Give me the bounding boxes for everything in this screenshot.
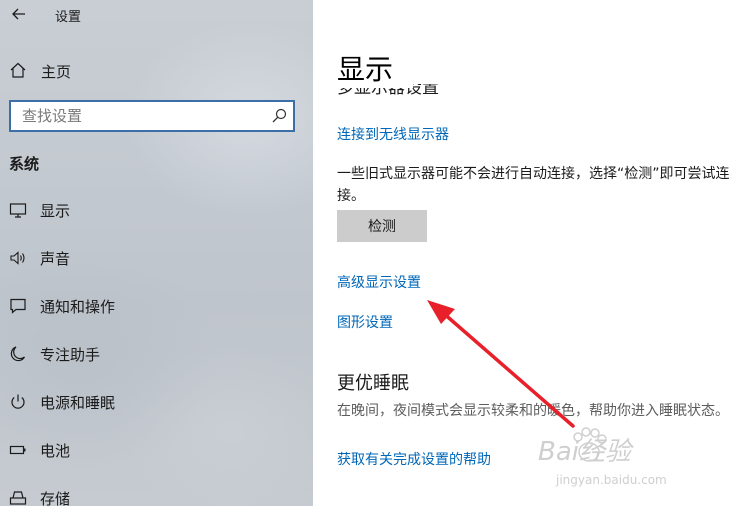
- old-display-description: 一些旧式显示器可能不会进行自动连接，选择“检测”即可尝试连接。: [337, 166, 730, 204]
- sidebar-item-label: 专注助手: [40, 346, 101, 364]
- back-button[interactable]: [4, 0, 34, 28]
- moon-icon: [10, 346, 26, 362]
- section-title-system: 系统: [9, 155, 40, 173]
- speaker-icon: [10, 251, 25, 265]
- advanced-display-settings-link[interactable]: 高级显示设置: [337, 272, 421, 292]
- sleep-heading: 更优睡眠: [337, 373, 409, 394]
- sleep-description: 在晚间，夜间模式会显示较柔和的暖色，帮助你进入睡眠状态。: [337, 403, 729, 419]
- sidebar-item-label: 存储: [40, 490, 71, 506]
- sidebar-item-label: 电源和睡眠: [40, 394, 116, 412]
- power-icon: [11, 394, 25, 409]
- home-nav-item[interactable]: 主页: [0, 56, 313, 84]
- detect-button[interactable]: 检测: [337, 210, 427, 242]
- notification-icon: [10, 298, 26, 314]
- graphics-settings-link[interactable]: 图形设置: [337, 312, 393, 332]
- home-label: 主页: [41, 63, 72, 81]
- battery-icon: [9, 445, 26, 455]
- sidebar-item-label: 声音: [40, 250, 71, 268]
- baidu-jingyan-watermark: Bai经验 jingyan.baidu.com: [538, 427, 667, 487]
- sidebar-item-label: 电池: [40, 442, 71, 460]
- back-arrow-icon: [12, 8, 25, 20]
- sleep-help-link[interactable]: 获取有关完成设置的帮助: [337, 449, 491, 469]
- home-icon: [10, 62, 26, 78]
- app-title: 设置: [55, 10, 82, 25]
- sidebar-item-notifications[interactable]: 通知和操作: [0, 284, 313, 328]
- sidebar-item-display[interactable]: 显示: [0, 188, 313, 232]
- sidebar-item-battery[interactable]: 电池: [0, 428, 313, 472]
- page-title: 显示: [337, 48, 414, 88]
- search-input[interactable]: [11, 102, 261, 130]
- watermark-brand: Bai经验: [538, 437, 634, 467]
- sidebar-item-focus-assist[interactable]: 专注助手: [0, 332, 313, 376]
- sidebar-item-sound[interactable]: 声音: [0, 236, 313, 280]
- search-icon[interactable]: [271, 108, 287, 124]
- navigation-pane: 设置 主页 系统 显示 声音 通知和操作: [0, 0, 313, 506]
- sidebar-item-power-sleep[interactable]: 电源和睡眠: [0, 380, 313, 424]
- watermark-url: jingyan.baidu.com: [555, 473, 667, 487]
- sidebar-item-label: 显示: [40, 202, 71, 220]
- sidebar-item-storage[interactable]: 存储: [0, 476, 313, 506]
- title-bar: 设置: [0, 0, 313, 30]
- monitor-icon: [9, 203, 27, 218]
- connect-wireless-display-link[interactable]: 连接到无线显示器: [337, 124, 449, 144]
- sidebar-item-label: 通知和操作: [40, 298, 116, 316]
- search-box[interactable]: [9, 100, 295, 132]
- storage-icon: [9, 491, 27, 505]
